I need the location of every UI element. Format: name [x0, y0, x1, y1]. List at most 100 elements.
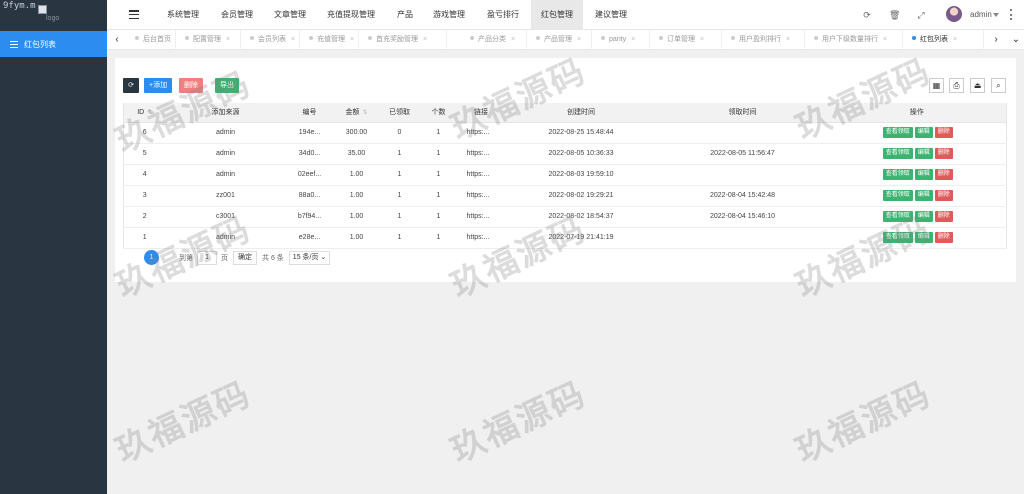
cell-created: 2022-08-02 19:29:21	[504, 185, 658, 207]
tab-red-packet-list[interactable]: 红包列表 ×	[904, 30, 984, 50]
tab-home[interactable]: 后台首页	[127, 30, 176, 50]
refresh-button[interactable]: ⟳	[123, 78, 139, 93]
tab-user-profit-rank[interactable]: 用户盈利排行 ×	[723, 30, 805, 50]
view-claims-button[interactable]: 查看领取	[882, 211, 913, 222]
print-icon[interactable]: ⎙	[949, 78, 964, 93]
tab-config[interactable]: 配置管理 ×	[177, 30, 241, 50]
close-icon[interactable]: ×	[953, 36, 957, 43]
tab-dot-icon	[731, 36, 735, 40]
edit-button[interactable]: 编辑	[914, 211, 933, 222]
page-current[interactable]: 1	[144, 250, 159, 265]
delete-row-button[interactable]: 删除	[934, 190, 953, 201]
sort-icon[interactable]: ⇅	[362, 109, 367, 116]
close-icon[interactable]: ×	[350, 36, 354, 43]
page-size-select[interactable]: 15 条/页 ⌄	[288, 250, 331, 265]
col-id[interactable]: ID ⇅	[123, 103, 166, 123]
close-icon[interactable]: ×	[786, 36, 790, 43]
close-icon[interactable]: ×	[226, 36, 230, 43]
menu-toggle-icon[interactable]	[129, 10, 139, 19]
cell-link: https:...	[457, 227, 505, 249]
tab-orders[interactable]: 订单管理 ×	[651, 30, 722, 50]
close-icon[interactable]: ×	[577, 36, 581, 43]
tab-label: 用户盈利排行	[739, 36, 781, 43]
nav-profit-rank[interactable]: 盈亏排行	[477, 0, 529, 30]
cell-code: 194e...	[285, 122, 334, 144]
tab-product-category[interactable]: 产品分类 ×	[462, 30, 527, 50]
chevron-down-icon[interactable]	[993, 13, 999, 17]
nav-articles[interactable]: 文章管理	[264, 0, 316, 30]
delete-button[interactable]: 删除	[179, 78, 203, 93]
sort-icon[interactable]: ⇅	[147, 109, 152, 116]
avatar[interactable]	[946, 6, 962, 22]
export-data-icon[interactable]: ⏏	[970, 78, 985, 93]
close-icon[interactable]: ×	[631, 36, 635, 43]
close-icon[interactable]: ×	[883, 36, 887, 43]
sidebar-item-label: 红包列表	[24, 39, 56, 49]
view-claims-button[interactable]: 查看领取	[882, 169, 913, 180]
tab-dot-icon	[185, 36, 189, 40]
edit-button[interactable]: 编辑	[914, 127, 933, 138]
nav-games[interactable]: 游戏管理	[423, 0, 475, 30]
delete-row-button[interactable]: 删除	[934, 127, 953, 138]
edit-button[interactable]: 编辑	[914, 190, 933, 201]
tab-first-recharge-bonus[interactable]: 首充奖励管理 ×	[360, 30, 447, 50]
edit-button[interactable]: 编辑	[914, 148, 933, 159]
delete-row-button[interactable]: 删除	[934, 169, 953, 180]
tab-member-list[interactable]: 会员列表 ×	[242, 30, 300, 50]
sidebar-item-red-packet-list[interactable]: 红包列表	[0, 31, 107, 57]
cell-source: admin	[165, 227, 286, 249]
close-icon[interactable]: ×	[511, 36, 515, 43]
view-claims-button[interactable]: 查看领取	[882, 190, 913, 201]
tab-user-subordinate-rank[interactable]: 用户下级数量排行 ×	[806, 30, 903, 50]
cell-code: 02eef...	[285, 164, 334, 186]
cell-received: 1	[379, 143, 420, 165]
user-name[interactable]: admin	[970, 0, 992, 30]
delete-row-button[interactable]: 删除	[934, 232, 953, 243]
col-amount[interactable]: 金额 ⇅	[333, 103, 380, 123]
columns-icon[interactable]: ▦	[929, 78, 944, 93]
close-icon[interactable]: ×	[291, 36, 295, 43]
edit-button[interactable]: 编辑	[914, 169, 933, 180]
fullscreen-icon[interactable]: ⤢	[916, 10, 926, 20]
delete-row-button[interactable]: 删除	[934, 148, 953, 159]
tab-dot-icon	[309, 36, 313, 40]
broken-image-icon	[38, 5, 47, 14]
pager-confirm-button[interactable]: 确定	[233, 250, 257, 265]
cell-count: 1	[419, 143, 458, 165]
cell-claimed	[657, 122, 828, 144]
cell-code: e28e...	[285, 227, 334, 249]
export-button[interactable]: 导出	[215, 78, 239, 93]
edit-button[interactable]: 编辑	[914, 232, 933, 243]
nav-system[interactable]: 系统管理	[157, 0, 209, 30]
close-icon[interactable]: ×	[423, 36, 427, 43]
nav-red-packets[interactable]: 红包管理	[531, 0, 583, 30]
tabs-next-icon[interactable]: ›	[986, 30, 1006, 50]
close-icon[interactable]: ×	[700, 36, 704, 43]
tab-recharge[interactable]: 充值管理 ×	[301, 30, 359, 50]
view-claims-button[interactable]: 查看领取	[882, 148, 913, 159]
tab-product-manage[interactable]: 产品管理 ×	[528, 30, 592, 50]
nav-recharge-withdraw[interactable]: 充值提现管理	[319, 0, 383, 30]
tabs-prev-icon[interactable]: ‹	[107, 30, 127, 50]
trash-icon[interactable]: 🗑	[889, 10, 900, 20]
cell-code: 34d0...	[285, 143, 334, 165]
search-icon[interactable]: ⌕	[991, 78, 1006, 93]
nav-products[interactable]: 产品	[389, 0, 421, 30]
view-claims-button[interactable]: 查看领取	[882, 232, 913, 243]
refresh-icon[interactable]: ⟳	[862, 10, 872, 20]
cell-claimed: 2022-08-04 15:42:48	[657, 185, 828, 207]
tab-parity[interactable]: parity ×	[593, 30, 650, 50]
delete-row-button[interactable]: 删除	[934, 211, 953, 222]
tabs-dropdown-icon[interactable]: ⌄	[1006, 30, 1024, 50]
tab-label: parity	[609, 36, 627, 43]
page-input[interactable]: 1	[197, 250, 217, 265]
more-vertical-icon[interactable]	[1010, 9, 1012, 20]
cell-code: b7f94...	[285, 206, 334, 228]
table-row: 1 admin e28e... 1.00 1 1 https:... 2022-07-19 2…	[123, 227, 1007, 249]
cell-actions: 查看领取 编辑 删除	[827, 227, 1007, 249]
nav-members[interactable]: 会员管理	[211, 0, 263, 30]
watermark: 玖福源码	[444, 374, 593, 472]
view-claims-button[interactable]: 查看领取	[882, 127, 913, 138]
nav-suggestions[interactable]: 建议管理	[585, 0, 637, 30]
add-button[interactable]: +添加	[144, 78, 173, 93]
